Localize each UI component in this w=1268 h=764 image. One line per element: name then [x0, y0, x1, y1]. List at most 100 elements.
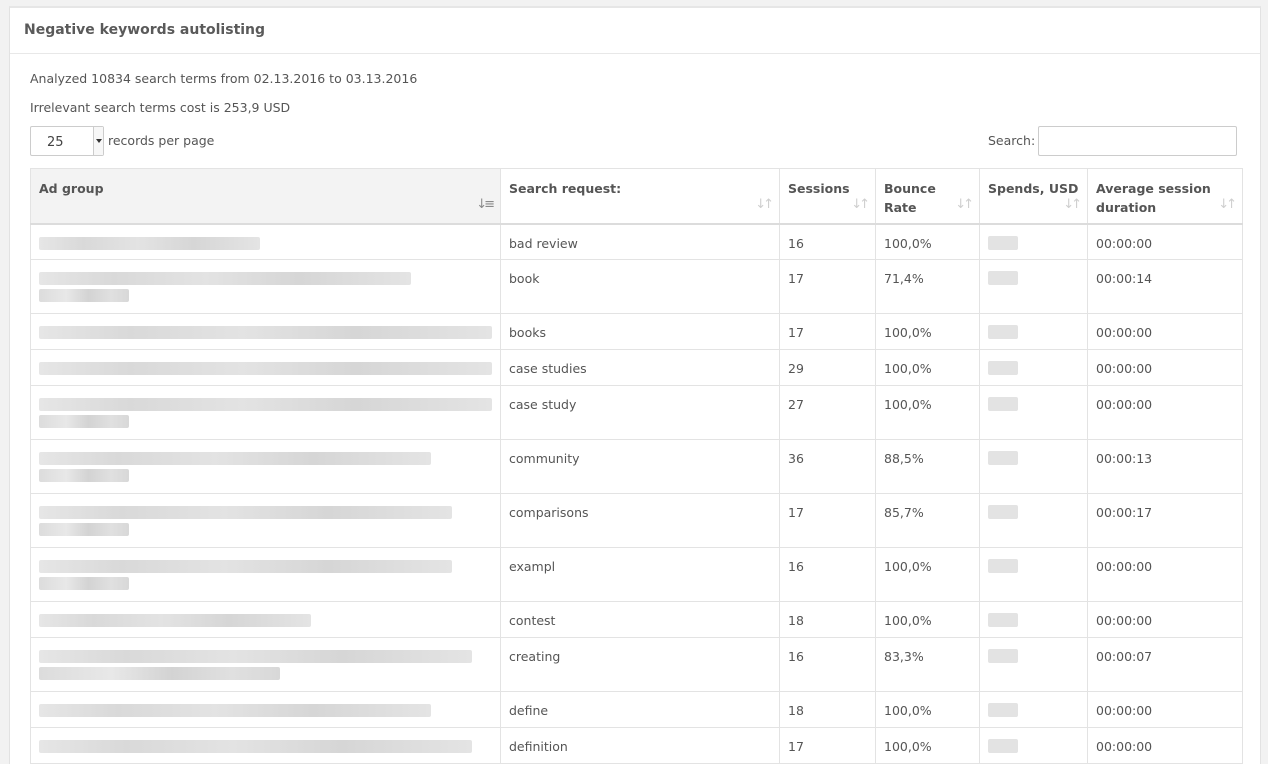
- ad-group-cell: [30, 385, 501, 440]
- spends-cell: [979, 547, 1088, 602]
- redacted-text: [988, 505, 1018, 519]
- table-row[interactable]: exampl 16 100,0% 00:00:00: [30, 547, 1243, 602]
- redacted-text: [39, 560, 452, 573]
- search-request-cell: books: [500, 313, 780, 350]
- records-per-page-value: 25: [47, 135, 64, 150]
- ad-group-cell: [30, 223, 501, 260]
- table-body: bad review 16 100,0% 00:00:00 book 17 71,4% 00:…: [30, 223, 1243, 764]
- table-row[interactable]: case study 27 100,0% 00:00:00: [30, 385, 1243, 440]
- search-request-cell: contest: [500, 601, 780, 638]
- redacted-text: [39, 326, 492, 339]
- redacted-text: [39, 740, 472, 753]
- table-row[interactable]: comparisons 17 85,7% 00:00:17: [30, 493, 1243, 548]
- bounce-rate-cell: 100,0%: [875, 385, 980, 440]
- records-per-page-select[interactable]: 25: [30, 126, 104, 156]
- redacted-text: [39, 452, 431, 465]
- avg-duration-cell: 00:00:00: [1087, 313, 1243, 350]
- search-request-cell: bad review: [500, 223, 780, 260]
- sessions-cell: 16: [779, 223, 876, 260]
- spends-cell: [979, 637, 1088, 692]
- spends-cell: [979, 223, 1088, 260]
- ad-group-cell: [30, 349, 501, 386]
- search-input[interactable]: [1038, 126, 1237, 156]
- redacted-text: [39, 398, 492, 411]
- redacted-text: [39, 362, 492, 375]
- column-header-sessions[interactable]: Sessions ↓↑: [779, 168, 876, 225]
- search-request-cell: creating: [500, 637, 780, 692]
- records-per-page-label: records per page: [108, 133, 215, 148]
- spends-cell: [979, 691, 1088, 728]
- redacted-text: [39, 577, 129, 590]
- search-request-cell: exampl: [500, 547, 780, 602]
- redacted-text: [988, 649, 1018, 663]
- bounce-rate-cell: 100,0%: [875, 691, 980, 728]
- spends-cell: [979, 349, 1088, 386]
- avg-duration-cell: 00:00:00: [1087, 727, 1243, 764]
- search-request-cell: case studies: [500, 349, 780, 386]
- search-request-cell: community: [500, 439, 780, 494]
- column-header-bounce-rate[interactable]: Bounce Rate ↓↑: [875, 168, 980, 225]
- table-row[interactable]: books 17 100,0% 00:00:00: [30, 313, 1243, 350]
- panel-title: Negative keywords autolisting: [10, 8, 1260, 54]
- table-row[interactable]: bad review 16 100,0% 00:00:00: [30, 223, 1243, 260]
- redacted-text: [39, 650, 472, 663]
- ad-group-cell: [30, 637, 501, 692]
- avg-duration-cell: 00:00:00: [1087, 601, 1243, 638]
- redacted-text: [39, 469, 129, 482]
- table-row[interactable]: case studies 29 100,0% 00:00:00: [30, 349, 1243, 386]
- table-row[interactable]: definition 17 100,0% 00:00:00: [30, 727, 1243, 764]
- column-header-label: Average session duration: [1096, 181, 1211, 215]
- search-request-cell: define: [500, 691, 780, 728]
- avg-duration-cell: 00:00:14: [1087, 259, 1243, 314]
- ad-group-cell: [30, 259, 501, 314]
- table-row[interactable]: contest 18 100,0% 00:00:00: [30, 601, 1243, 638]
- column-header-label: Sessions: [788, 181, 850, 196]
- search-label: Search:: [988, 133, 1036, 148]
- ad-group-cell: [30, 439, 501, 494]
- table-row[interactable]: community 36 88,5% 00:00:13: [30, 439, 1243, 494]
- table-header-row: Ad group ↓≡ Search request: ↓↑ Sessions …: [30, 168, 1243, 225]
- sessions-cell: 27: [779, 385, 876, 440]
- sessions-cell: 17: [779, 493, 876, 548]
- column-header-label: Ad group: [39, 181, 104, 196]
- redacted-text: [39, 704, 431, 717]
- redacted-text: [988, 235, 1018, 250]
- table-row[interactable]: define 18 100,0% 00:00:00: [30, 691, 1243, 728]
- table-row[interactable]: book 17 71,4% 00:00:14: [30, 259, 1243, 314]
- search-request-cell: book: [500, 259, 780, 314]
- sessions-cell: 29: [779, 349, 876, 386]
- ad-group-cell: [30, 691, 501, 728]
- redacted-text: [988, 739, 1018, 753]
- cost-summary: Irrelevant search terms cost is 253,9 US…: [30, 100, 291, 115]
- avg-duration-cell: 00:00:00: [1087, 349, 1243, 386]
- redacted-text: [39, 523, 129, 536]
- column-header-spends[interactable]: Spends, USD ↓↑: [979, 168, 1088, 225]
- column-header-ad-group[interactable]: Ad group ↓≡: [30, 168, 501, 225]
- column-header-search-request[interactable]: Search request: ↓↑: [500, 168, 780, 225]
- ad-group-cell: [30, 601, 501, 638]
- avg-duration-cell: 00:00:13: [1087, 439, 1243, 494]
- redacted-text: [988, 703, 1018, 717]
- spends-cell: [979, 493, 1088, 548]
- table-row[interactable]: creating 16 83,3% 00:00:07: [30, 637, 1243, 692]
- spends-cell: [979, 439, 1088, 494]
- redacted-text: [988, 325, 1018, 339]
- spends-cell: [979, 727, 1088, 764]
- redacted-text: [39, 614, 311, 627]
- bounce-rate-cell: 100,0%: [875, 313, 980, 350]
- column-header-avg-duration[interactable]: Average session duration ↓↑: [1087, 168, 1243, 225]
- ad-group-cell: [30, 727, 501, 764]
- search-terms-table: Ad group ↓≡ Search request: ↓↑ Sessions …: [30, 168, 1243, 764]
- sort-both-icon: ↓↑: [851, 196, 870, 212]
- bounce-rate-cell: 71,4%: [875, 259, 980, 314]
- bounce-rate-cell: 100,0%: [875, 601, 980, 638]
- sessions-cell: 36: [779, 439, 876, 494]
- redacted-text: [988, 451, 1018, 465]
- bounce-rate-cell: 100,0%: [875, 223, 980, 260]
- search-request-cell: comparisons: [500, 493, 780, 548]
- avg-duration-cell: 00:00:07: [1087, 637, 1243, 692]
- avg-duration-cell: 00:00:17: [1087, 493, 1243, 548]
- redacted-text: [988, 271, 1018, 285]
- bounce-rate-cell: 100,0%: [875, 547, 980, 602]
- spends-cell: [979, 259, 1088, 314]
